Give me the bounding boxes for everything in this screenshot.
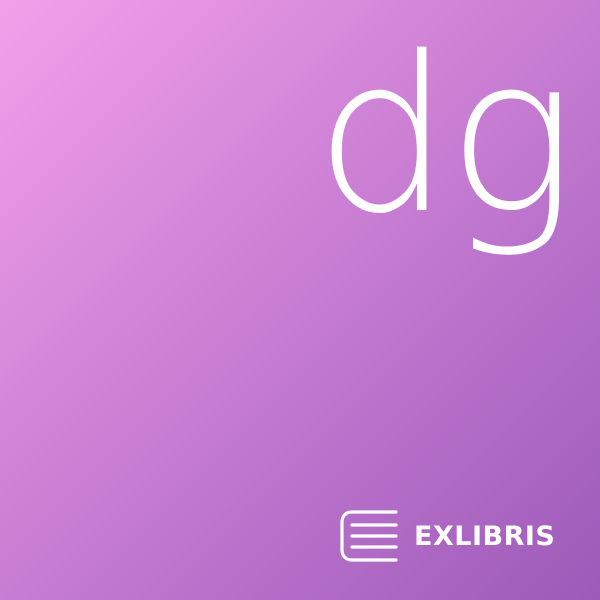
brand-name: EXLIBRIS	[414, 520, 556, 552]
monogram-label: dg	[314, 10, 576, 261]
book-stack-icon	[340, 510, 398, 562]
app-tile: dg EXLIBRIS	[0, 0, 600, 600]
brand-logo: EXLIBRIS	[338, 508, 555, 564]
